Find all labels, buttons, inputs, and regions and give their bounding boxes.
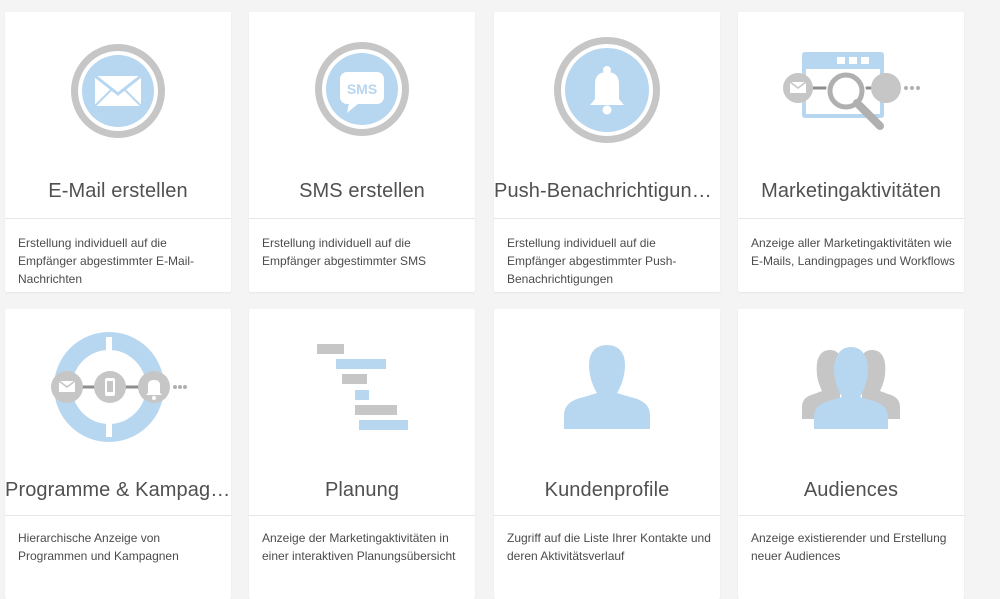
card-description: Anzeige aller Marketingaktivitäten wie E… bbox=[751, 236, 955, 268]
card-planning[interactable]: Planung Anzeige der Marketingaktivitäten… bbox=[249, 309, 475, 599]
divider bbox=[738, 218, 964, 219]
card-title: Push-Benachrichtigung e... bbox=[494, 180, 720, 202]
card-title: Programme & Kampagn... bbox=[5, 479, 231, 501]
divider bbox=[494, 515, 720, 516]
audience-group-icon bbox=[738, 309, 964, 459]
divider bbox=[738, 515, 964, 516]
card-title: Marketingaktivitäten bbox=[761, 180, 941, 202]
card-sms[interactable]: SMS SMS erstellen Erstellung individuell… bbox=[249, 12, 475, 292]
divider bbox=[494, 218, 720, 219]
card-title: SMS erstellen bbox=[299, 180, 425, 202]
card-title: E-Mail erstellen bbox=[48, 180, 188, 202]
sms-icon-label: SMS bbox=[347, 81, 377, 97]
card-description: Anzeige der Marketingaktivitäten in eine… bbox=[262, 531, 456, 563]
envelope-icon bbox=[5, 12, 231, 162]
card-title: Kundenprofile bbox=[544, 479, 670, 501]
card-programs-campaigns[interactable]: Programme & Kampagn... Hierarchische Anz… bbox=[5, 309, 231, 599]
marketing-activities-icon bbox=[738, 12, 964, 162]
card-description: Zugriff auf die Liste Ihrer Kontakte und… bbox=[507, 531, 711, 563]
gantt-planning-icon bbox=[249, 309, 475, 459]
card-description: Erstellung individuell auf die Empfänger… bbox=[262, 236, 427, 268]
divider bbox=[249, 515, 475, 516]
card-title: Planung bbox=[324, 479, 400, 501]
card-customer-profiles[interactable]: Kundenprofile Zugriff auf die Liste Ihre… bbox=[494, 309, 720, 599]
card-description: Erstellung individuell auf die Empfänger… bbox=[18, 236, 195, 286]
card-description: Erstellung individuell auf die Empfänger… bbox=[507, 236, 677, 286]
divider bbox=[5, 218, 231, 219]
card-marketing-activities[interactable]: Marketingaktivitäten Anzeige aller Marke… bbox=[738, 12, 964, 292]
divider bbox=[249, 218, 475, 219]
card-title: Audiences bbox=[803, 479, 899, 501]
card-push-notification[interactable]: Push-Benachrichtigung e... Erstellung in… bbox=[494, 12, 720, 292]
bell-icon bbox=[494, 12, 720, 162]
programs-campaigns-icon bbox=[5, 309, 231, 459]
card-email[interactable]: E-Mail erstellen Erstellung individuell … bbox=[5, 12, 231, 292]
sms-icon: SMS bbox=[249, 12, 475, 162]
card-description: Hierarchische Anzeige von Programmen und… bbox=[18, 531, 179, 563]
card-description: Anzeige existierender und Erstellung neu… bbox=[751, 531, 947, 563]
card-grid: E-Mail erstellen Erstellung individuell … bbox=[0, 0, 1000, 599]
card-audiences[interactable]: Audiences Anzeige existierender und Erst… bbox=[738, 309, 964, 599]
person-silhouette-icon bbox=[494, 309, 720, 459]
divider bbox=[5, 515, 231, 516]
